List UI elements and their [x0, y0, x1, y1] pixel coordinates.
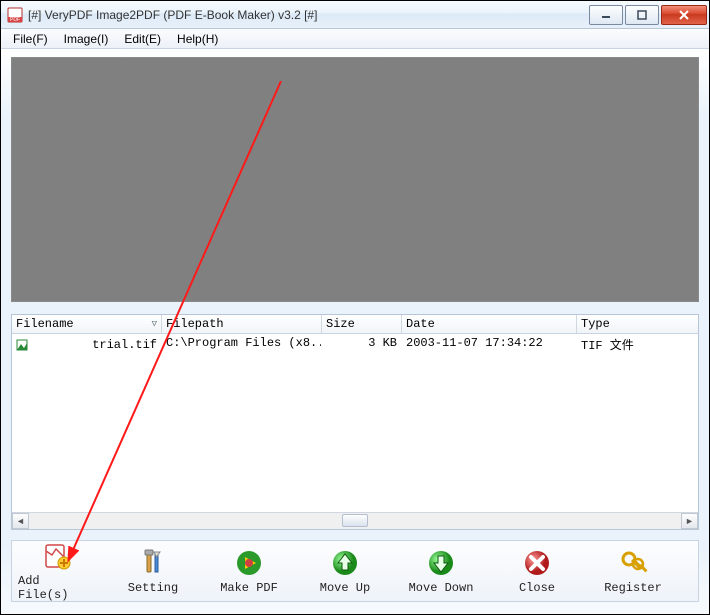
scroll-thumb[interactable]: [342, 514, 368, 527]
scroll-track[interactable]: [29, 513, 681, 529]
cell-size: 3 KB: [322, 334, 402, 355]
maximize-button[interactable]: [625, 5, 659, 25]
col-header-date[interactable]: Date: [402, 315, 577, 333]
col-header-size[interactable]: Size: [322, 315, 402, 333]
move-up-label: Move Up: [320, 581, 370, 595]
close-label: Close: [519, 581, 555, 595]
make-pdf-label: Make PDF: [220, 581, 278, 595]
cell-type: TIF 文件: [577, 334, 698, 355]
table-row[interactable]: trial.tif C:\Program Files (x8... 3 KB 2…: [12, 334, 698, 355]
file-grid: Filename ▽ Filepath Size Date Type trial…: [11, 314, 699, 530]
sort-desc-icon: ▽: [152, 319, 157, 329]
move-down-button[interactable]: Move Down: [402, 548, 480, 595]
move-up-button[interactable]: Move Up: [306, 548, 384, 595]
menu-image[interactable]: Image(I): [56, 31, 117, 47]
move-down-label: Move Down: [409, 581, 474, 595]
menubar: File(F) Image(I) Edit(E) Help(H): [1, 29, 709, 49]
menu-file[interactable]: File(F): [5, 31, 56, 47]
app-icon: PDF: [7, 7, 23, 23]
register-label: Register: [604, 581, 662, 595]
register-button[interactable]: Register: [594, 548, 672, 595]
make-pdf-icon: [234, 548, 264, 578]
col-header-filename[interactable]: Filename ▽: [12, 315, 162, 333]
move-down-icon: [426, 548, 456, 578]
move-up-icon: [330, 548, 360, 578]
menu-help[interactable]: Help(H): [169, 31, 226, 47]
make-pdf-button[interactable]: Make PDF: [210, 548, 288, 595]
add-files-label: Add File(s): [18, 574, 96, 602]
minimize-button[interactable]: [589, 5, 623, 25]
add-files-button[interactable]: Add File(s): [18, 541, 96, 602]
horizontal-scrollbar[interactable]: ◄ ►: [12, 512, 698, 529]
window-controls: [587, 5, 707, 25]
scroll-left-button[interactable]: ◄: [12, 513, 29, 529]
cell-filename: trial.tif: [92, 338, 157, 352]
col-header-type[interactable]: Type: [577, 315, 698, 333]
scroll-right-button[interactable]: ►: [681, 513, 698, 529]
register-icon: [618, 548, 648, 578]
file-type-icon: [16, 339, 28, 351]
menu-edit[interactable]: Edit(E): [116, 31, 169, 47]
window-title: [#] VeryPDF Image2PDF (PDF E-Book Maker)…: [28, 8, 317, 22]
cell-filepath: C:\Program Files (x8...: [162, 334, 322, 355]
toolbar: Add File(s) Setting Make PD: [11, 540, 699, 602]
preview-panel: [11, 57, 699, 302]
titlebar: PDF [#] VeryPDF Image2PDF (PDF E-Book Ma…: [1, 1, 709, 29]
cell-date: 2003-11-07 17:34:22: [402, 334, 577, 355]
close-button[interactable]: Close: [498, 548, 576, 595]
setting-button[interactable]: Setting: [114, 548, 192, 595]
grid-body: trial.tif C:\Program Files (x8... 3 KB 2…: [12, 334, 698, 512]
col-header-filename-label: Filename: [16, 317, 74, 331]
col-header-filepath[interactable]: Filepath: [162, 315, 322, 333]
grid-header: Filename ▽ Filepath Size Date Type: [12, 315, 698, 334]
setting-label: Setting: [128, 581, 178, 595]
svg-text:PDF: PDF: [10, 17, 20, 23]
client-area: Filename ▽ Filepath Size Date Type trial…: [1, 49, 709, 614]
add-files-icon: [42, 541, 72, 571]
setting-icon: [138, 548, 168, 578]
close-window-button[interactable]: [661, 5, 707, 25]
close-icon: [522, 548, 552, 578]
